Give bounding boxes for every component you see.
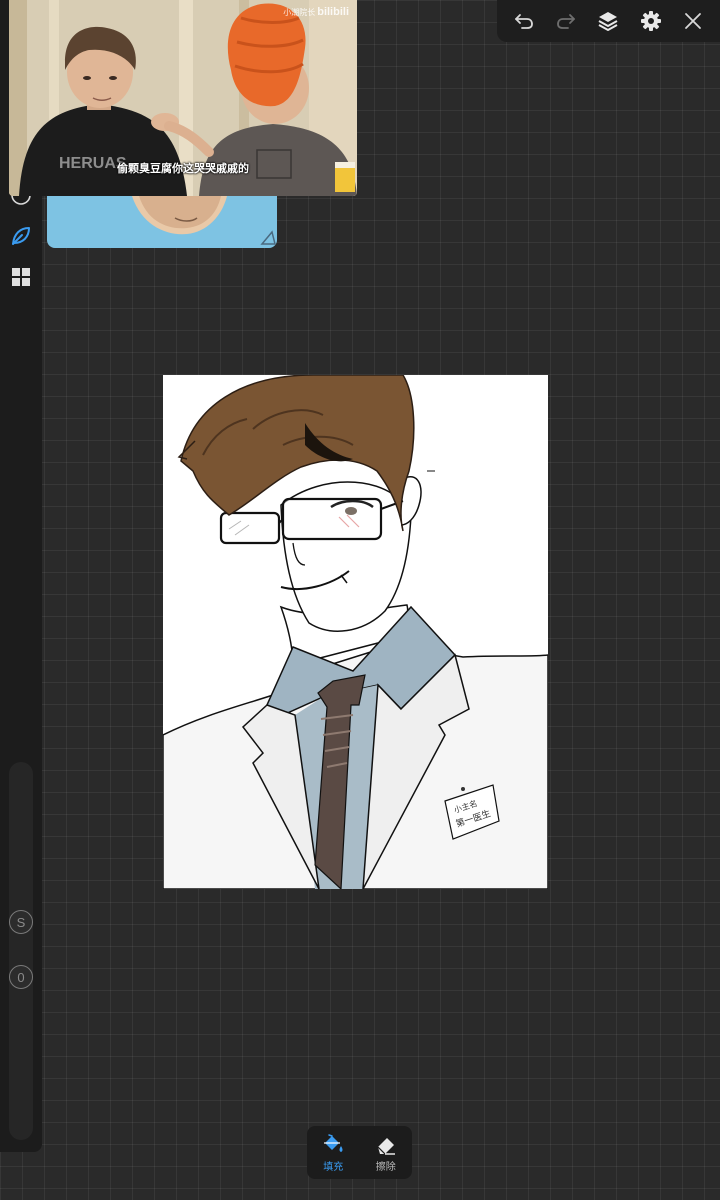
layers-button[interactable]: [593, 6, 623, 36]
fill-tool-tab[interactable]: 填充: [310, 1133, 356, 1173]
erase-tool-label: 擦除: [375, 1161, 396, 1173]
undo-icon: [515, 14, 533, 29]
artwork: 小主名 第一医生: [162, 374, 549, 891]
grid-view-button[interactable]: [8, 264, 34, 290]
brush-tool-button[interactable]: [8, 223, 34, 249]
reference-image: [132, 196, 276, 245]
close-button[interactable]: [678, 6, 708, 36]
leaf-brush-icon: [12, 227, 30, 245]
fill-tool-label: 填充: [323, 1161, 344, 1173]
layers-icon: [598, 12, 618, 31]
settings-button[interactable]: [636, 6, 666, 36]
bottom-tool-tabs: 填充 擦除: [307, 1126, 412, 1179]
smoothing-badge[interactable]: S: [9, 910, 33, 934]
grid-icon: [12, 268, 30, 286]
paint-bucket-icon: [324, 1133, 343, 1152]
opacity-value-badge[interactable]: 0: [9, 965, 33, 989]
top-toolbar: [497, 0, 720, 42]
undo-button[interactable]: [509, 6, 539, 36]
reference-thumbnail[interactable]: [47, 196, 277, 248]
eraser-icon: [377, 1137, 395, 1155]
video-overlay[interactable]: HERUAS 小潮院长 bilibili 偷颗臭豆腐你这哭哭戚戚的: [9, 0, 357, 196]
drawing-canvas[interactable]: 小主名 第一医生: [162, 374, 549, 891]
video-watermark: 小潮院长 bilibili: [283, 6, 349, 18]
video-subtitle: 偷颗臭豆腐你这哭哭戚戚的: [117, 163, 249, 175]
close-icon: [684, 13, 701, 29]
gear-icon: [640, 11, 661, 31]
erase-tool-tab[interactable]: 擦除: [363, 1133, 409, 1173]
brush-size-slider[interactable]: [9, 762, 33, 1140]
redo-icon: [557, 14, 576, 29]
redo-button[interactable]: [551, 6, 581, 36]
